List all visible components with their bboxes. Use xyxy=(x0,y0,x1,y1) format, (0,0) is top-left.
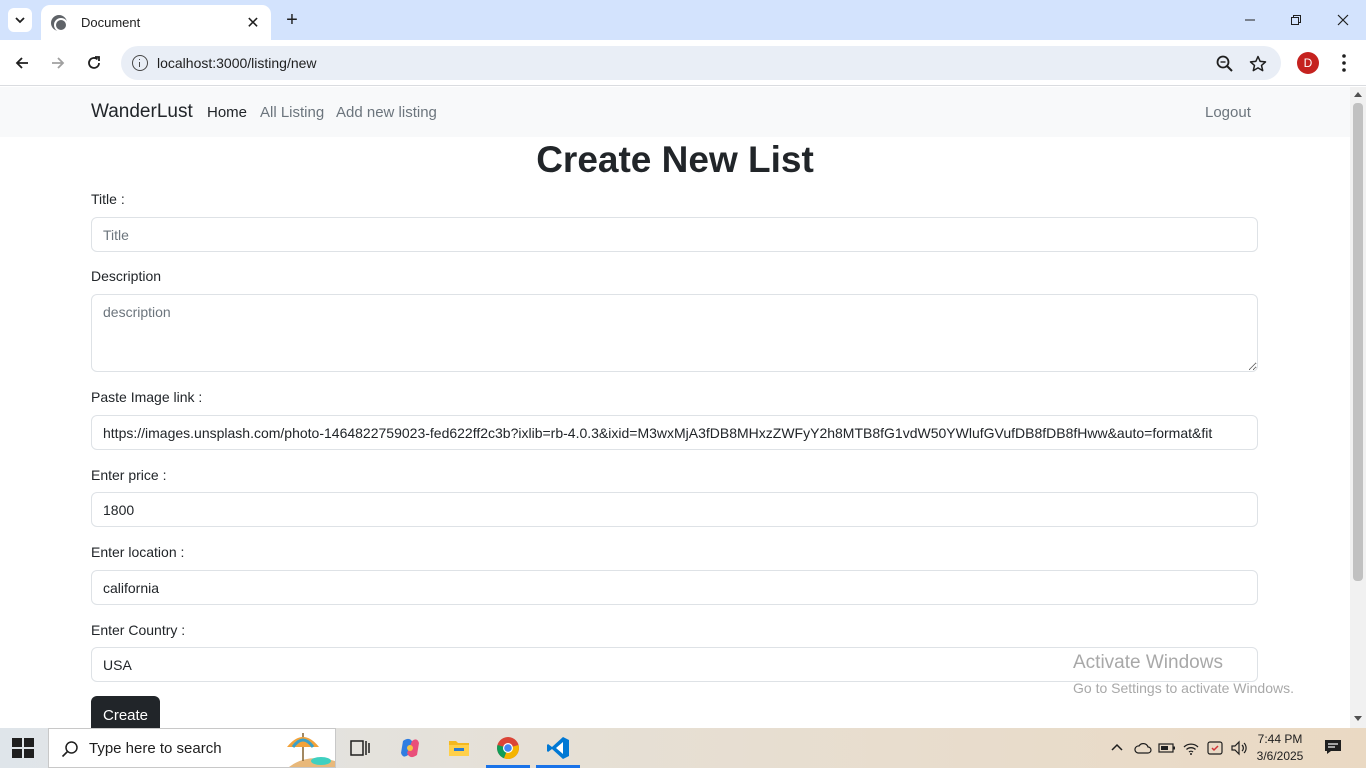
profile-avatar[interactable]: D xyxy=(1297,52,1319,74)
security-icon[interactable] xyxy=(1206,740,1224,756)
page-scrollbar[interactable] xyxy=(1350,87,1366,728)
minimize-icon xyxy=(1245,19,1255,21)
notification-center-icon[interactable] xyxy=(1324,739,1342,755)
logout-link[interactable]: Logout xyxy=(1205,104,1251,121)
task-view-icon[interactable] xyxy=(340,732,380,764)
title-input[interactable] xyxy=(91,217,1258,252)
zoom-icon[interactable] xyxy=(1215,54,1235,74)
browser-tab[interactable]: Document ✕ xyxy=(41,5,271,40)
new-tab-button[interactable]: + xyxy=(282,8,302,32)
site-navbar: WanderLust Home All Listing Add new list… xyxy=(0,87,1350,137)
restore-button[interactable] xyxy=(1273,6,1319,34)
chevron-up-icon[interactable] xyxy=(1110,741,1124,755)
scrollbar-thumb[interactable] xyxy=(1353,103,1363,581)
create-button[interactable]: Create xyxy=(91,696,161,728)
page-title: Create New List xyxy=(536,139,814,180)
globe-icon xyxy=(51,14,68,32)
beach-umbrella-icon xyxy=(287,733,335,767)
taskbar-search-box[interactable]: Type here to search xyxy=(48,728,336,768)
reload-icon xyxy=(88,56,100,69)
arrow-left-icon xyxy=(15,57,28,69)
forward-button[interactable] xyxy=(46,51,70,75)
windows-taskbar: Type here to search 7:44 PM 3/6/2025 xyxy=(0,728,1366,768)
description-textarea[interactable] xyxy=(91,294,1258,372)
title-label: Title : xyxy=(91,191,125,207)
nav-link-add-listing[interactable]: Add new listing xyxy=(336,104,437,121)
price-label: Enter price : xyxy=(91,467,167,483)
address-bar[interactable]: localhost:3000/listing/new xyxy=(121,46,1281,80)
location-input[interactable] xyxy=(91,570,1258,605)
image-link-input[interactable] xyxy=(91,415,1258,450)
back-button[interactable] xyxy=(10,51,34,75)
clock-time: 7:44 PM xyxy=(1257,732,1303,746)
restore-icon xyxy=(1291,15,1301,25)
volume-icon[interactable] xyxy=(1230,740,1248,756)
activate-windows-watermark: Activate Windows Go to Settings to activ… xyxy=(1073,652,1294,696)
chevron-down-icon xyxy=(15,17,25,24)
price-input[interactable] xyxy=(91,492,1258,527)
scroll-down-arrow-icon[interactable] xyxy=(1354,716,1362,721)
close-icon xyxy=(1337,14,1349,26)
browser-tab-bar: Document ✕ + xyxy=(0,0,1366,40)
tab-title: Document xyxy=(81,15,141,30)
close-window-button[interactable] xyxy=(1320,6,1366,34)
vscode-icon[interactable] xyxy=(538,732,578,764)
nav-link-home[interactable]: Home xyxy=(207,104,247,121)
url-text[interactable]: localhost:3000/listing/new xyxy=(157,55,317,71)
close-tab-icon[interactable]: ✕ xyxy=(245,13,261,33)
image-link-label: Paste Image link : xyxy=(91,389,203,405)
description-label: Description xyxy=(91,268,162,284)
clock-date: 3/6/2025 xyxy=(1256,749,1304,763)
battery-icon[interactable] xyxy=(1158,741,1176,755)
tab-search-button[interactable] xyxy=(8,8,32,32)
page-viewport: WanderLust Home All Listing Add new list… xyxy=(0,87,1350,728)
taskbar-search-placeholder: Type here to search xyxy=(89,740,222,757)
bookmark-star-icon[interactable] xyxy=(1248,54,1268,74)
search-icon xyxy=(61,741,78,758)
nav-link-all-listing[interactable]: All Listing xyxy=(260,104,324,121)
file-explorer-icon[interactable] xyxy=(439,732,479,764)
minimize-button[interactable] xyxy=(1227,6,1273,34)
wifi-icon[interactable] xyxy=(1182,740,1200,756)
watermark-title: Activate Windows xyxy=(1073,652,1223,673)
system-clock[interactable]: 7:44 PM 3/6/2025 xyxy=(1250,731,1310,765)
copilot-icon[interactable] xyxy=(390,732,430,764)
browser-menu-icon[interactable] xyxy=(1336,52,1352,74)
brand-logo[interactable]: WanderLust xyxy=(91,101,193,123)
windows-start-icon[interactable] xyxy=(12,738,34,758)
site-info-icon[interactable] xyxy=(132,55,148,71)
arrow-right-icon xyxy=(52,57,65,69)
browser-toolbar: localhost:3000/listing/new D xyxy=(0,40,1366,86)
scroll-up-arrow-icon[interactable] xyxy=(1354,92,1362,97)
system-tray xyxy=(1110,738,1248,758)
reload-button[interactable] xyxy=(82,51,106,75)
onedrive-icon[interactable] xyxy=(1134,740,1152,756)
watermark-subtitle: Go to Settings to activate Windows. xyxy=(1073,680,1294,696)
location-label: Enter location : xyxy=(91,544,185,560)
country-label: Enter Country : xyxy=(91,622,186,638)
chrome-icon[interactable] xyxy=(488,732,528,764)
